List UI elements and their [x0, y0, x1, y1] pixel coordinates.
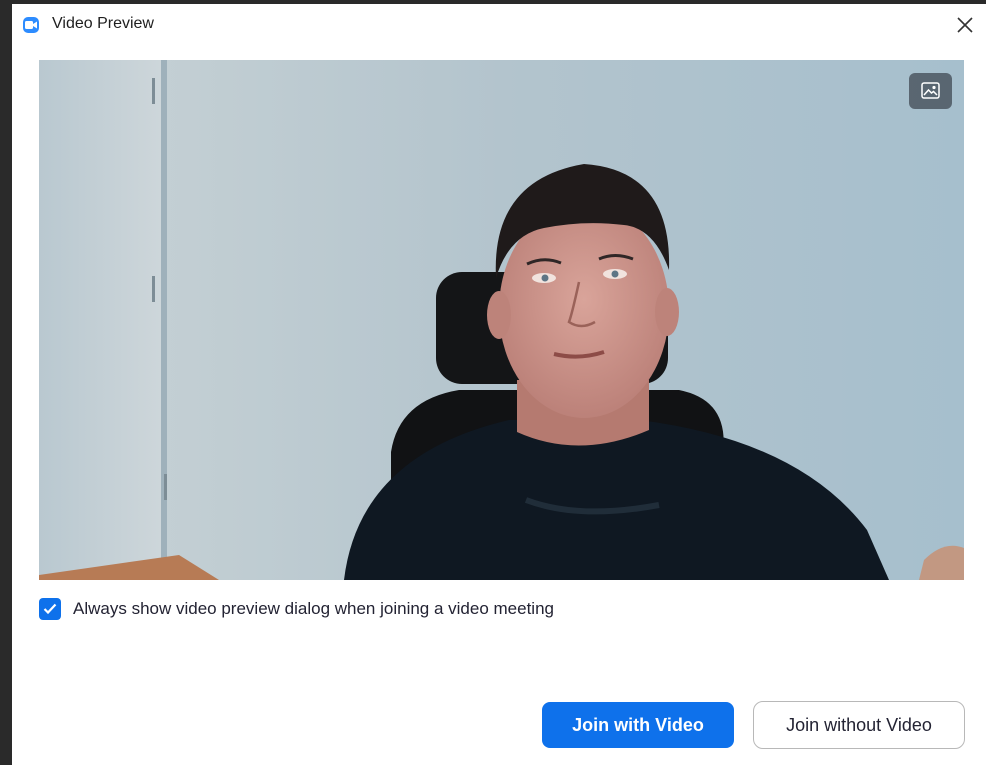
- window-frame: Video Preview Always show video preview …: [0, 0, 986, 765]
- always-show-preview-checkbox[interactable]: [39, 598, 61, 620]
- camera-feed: [39, 60, 964, 580]
- zoom-camera-icon: [23, 17, 39, 33]
- dialog-title: Video Preview: [52, 15, 154, 32]
- close-button[interactable]: [952, 12, 978, 38]
- image-background-icon: [921, 82, 940, 99]
- close-icon: [957, 17, 973, 33]
- checkmark-icon: [43, 603, 57, 615]
- title-bar: Video Preview: [12, 4, 986, 44]
- always-show-preview-option: Always show video preview dialog when jo…: [39, 597, 554, 621]
- join-without-video-button[interactable]: Join without Video: [753, 701, 965, 749]
- video-preview-dialog: Video Preview Always show video preview …: [12, 4, 986, 765]
- virtual-background-button[interactable]: [909, 73, 952, 109]
- video-preview: [39, 60, 964, 580]
- always-show-preview-label[interactable]: Always show video preview dialog when jo…: [73, 599, 554, 619]
- join-with-video-button[interactable]: Join with Video: [542, 702, 734, 748]
